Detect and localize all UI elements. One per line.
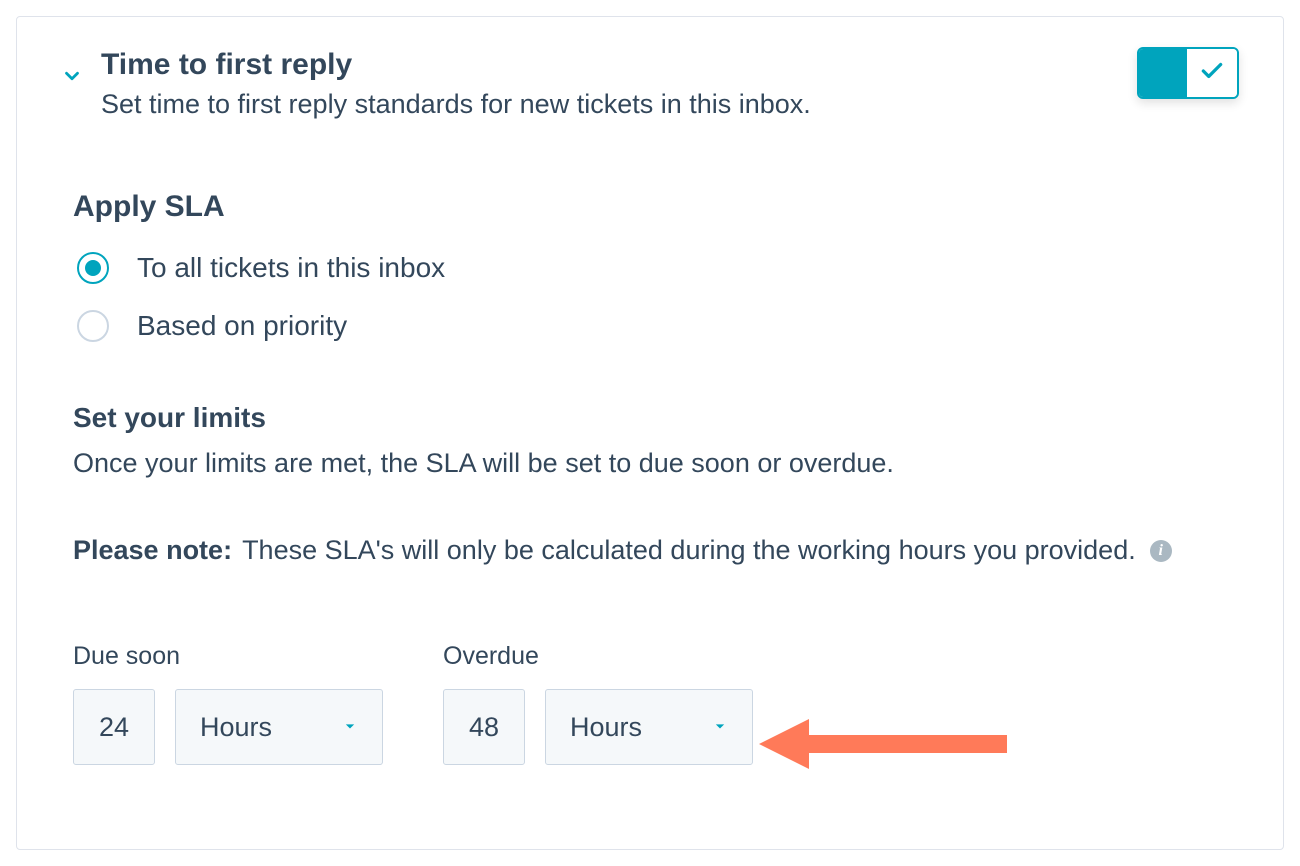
radio-icon <box>77 252 109 284</box>
overdue-value-input[interactable]: 48 <box>443 689 525 765</box>
caret-down-icon <box>340 712 360 743</box>
select-value: Hours <box>200 712 272 743</box>
set-limits-description: Once your limits are met, the SLA will b… <box>73 448 1239 479</box>
radio-label: Based on priority <box>137 310 347 342</box>
due-soon-label: Due soon <box>73 642 383 671</box>
radio-option-priority[interactable]: Based on priority <box>77 310 1239 342</box>
due-soon-value-input[interactable]: 24 <box>73 689 155 765</box>
sla-note: Please note: These SLA's will only be ca… <box>73 535 1239 566</box>
select-value: Hours <box>570 712 642 743</box>
note-text: These SLA's will only be calculated duri… <box>242 535 1136 566</box>
note-bold: Please note: <box>73 535 232 566</box>
due-soon-group: Due soon 24 Hours <box>73 642 383 765</box>
enable-sla-toggle[interactable] <box>1137 47 1239 99</box>
radio-option-all-tickets[interactable]: To all tickets in this inbox <box>77 252 1239 284</box>
panel-header: Time to first reply Set time to first re… <box>61 47 1239 120</box>
set-limits-heading: Set your limits <box>73 402 1239 434</box>
overdue-label: Overdue <box>443 642 753 671</box>
apply-sla-heading: Apply SLA <box>73 190 1239 224</box>
sla-panel: Time to first reply Set time to first re… <box>16 16 1284 850</box>
overdue-unit-select[interactable]: Hours <box>545 689 753 765</box>
collapse-chevron-icon[interactable] <box>61 65 83 92</box>
due-soon-unit-select[interactable]: Hours <box>175 689 383 765</box>
info-icon[interactable]: i <box>1150 540 1172 562</box>
check-icon <box>1199 58 1225 89</box>
radio-label: To all tickets in this inbox <box>137 252 445 284</box>
caret-down-icon <box>710 712 730 743</box>
radio-icon <box>77 310 109 342</box>
panel-title: Time to first reply <box>101 47 1119 83</box>
panel-subtitle: Set time to first reply standards for ne… <box>101 89 1119 120</box>
overdue-group: Overdue 48 Hours <box>443 642 753 765</box>
